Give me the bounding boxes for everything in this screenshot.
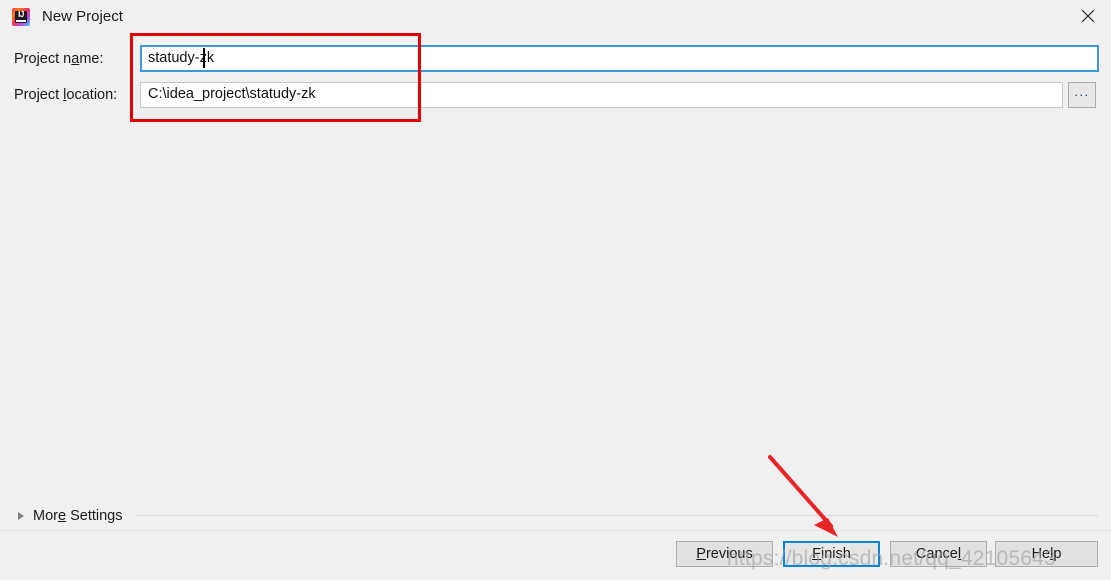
- project-name-label-post: me:: [79, 51, 104, 67]
- more-settings-label: More Settings: [33, 508, 122, 524]
- cancel-button-mnemonic: l: [957, 546, 962, 562]
- window-title: New Project: [42, 8, 123, 25]
- cancel-button[interactable]: Cance l: [890, 541, 987, 567]
- project-location-label-post: ocation:: [66, 87, 118, 103]
- previous-button-post: revious: [705, 546, 753, 562]
- previous-button[interactable]: Previous: [676, 541, 773, 567]
- cancel-button-pre: Cance: [915, 546, 958, 562]
- help-button[interactable]: He l p: [995, 541, 1098, 567]
- project-name-label-pre: Project n: [14, 51, 72, 67]
- more-settings-separator: [136, 515, 1098, 516]
- footer-separator: [0, 530, 1111, 531]
- intellij-idea-icon: IJ: [12, 8, 30, 26]
- more-settings-toggle[interactable]: More Settings: [18, 506, 122, 526]
- help-button-pre: He: [1031, 546, 1051, 562]
- close-icon[interactable]: [1065, 0, 1111, 31]
- text-caret: [203, 48, 205, 68]
- project-location-label-pre: Project: [14, 87, 64, 103]
- project-name-label: Project name:: [14, 51, 103, 67]
- finish-button-post: inish: [821, 546, 851, 562]
- title-bar: IJ New Project: [0, 0, 1111, 33]
- chevron-right-icon: [18, 512, 24, 520]
- help-button-post: p: [1053, 546, 1062, 562]
- finish-button[interactable]: Finish: [783, 541, 880, 567]
- project-location-label: Project location:: [14, 87, 117, 103]
- browse-button[interactable]: ...: [1068, 82, 1096, 108]
- finish-button-mnemonic: F: [812, 546, 822, 562]
- more-settings-label-pre: Mor: [33, 508, 58, 524]
- project-name-input[interactable]: statudy-zk: [140, 45, 1099, 72]
- more-settings-label-mnemonic: e: [57, 508, 67, 524]
- project-location-value: C:\idea_project\statudy-zk: [148, 86, 316, 102]
- app-icon-underbar: [16, 20, 26, 22]
- more-settings-label-post: Settings: [66, 508, 123, 524]
- project-location-input[interactable]: C:\idea_project\statudy-zk: [140, 82, 1063, 108]
- previous-button-mnemonic: P: [696, 546, 706, 562]
